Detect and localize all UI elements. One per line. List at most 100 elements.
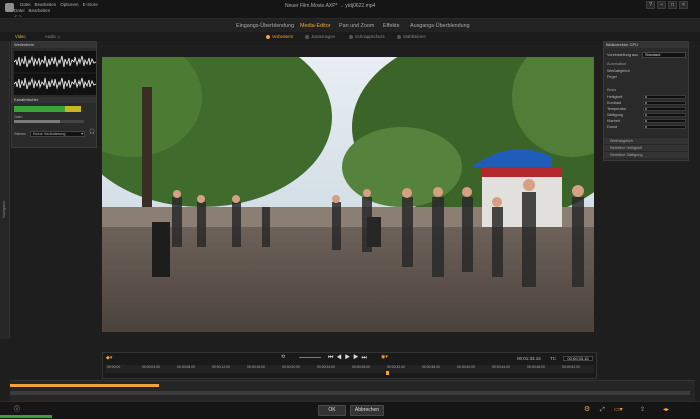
close-button[interactable]: × — [679, 1, 688, 9]
automation-heading: Automation — [607, 62, 627, 66]
minimize-button[interactable]: – — [657, 1, 666, 9]
accordion-white-balance[interactable]: Weißabgleich — [604, 137, 688, 144]
menu-item-edit[interactable]: Bearbeiten — [35, 2, 57, 7]
audio-tab-label: Audio — [45, 34, 56, 39]
color-correction-header: Bildkorrektur CPU — [604, 42, 688, 48]
ruler-label-12: 00:00:48.00 — [527, 365, 545, 369]
level-label: Pegel — [607, 75, 617, 79]
accordion-selective-saturation[interactable]: Selektive Sättigung — [604, 151, 688, 158]
maximize-button[interactable]: □ — [668, 1, 677, 9]
tab-media-editor[interactable]: Media-Editor — [300, 23, 331, 29]
marker-icon[interactable]: ◆▾ — [106, 356, 112, 361]
ruler-label-10: 00:00:40.00 — [457, 365, 475, 369]
stereo-label: Stereo — [14, 131, 26, 136]
headphones-icon[interactable]: 🎧 — [89, 130, 95, 135]
title-bar: Datei Bearbeiten Optionen E-Store Datei … — [0, 0, 700, 19]
temperature-label: Temperatur — [607, 107, 627, 111]
accordion-selective-brightness[interactable]: Selektive Helligkeit — [604, 144, 688, 151]
ruler-label-6: 00:00:24.00 — [317, 365, 335, 369]
subtab-stabilize[interactable]: Stabilisieren — [397, 34, 426, 39]
playhead[interactable] — [386, 371, 389, 375]
step-back-icon[interactable]: ◀ — [336, 355, 344, 361]
waveform-header: Wellenform — [12, 42, 96, 48]
temperature-slider[interactable] — [643, 107, 686, 111]
menu-item-options[interactable]: Optionen — [60, 2, 78, 7]
color-correction-title: Bildkorrektur CPU — [606, 42, 639, 47]
subtab-adjustments[interactable]: Justierungen — [305, 34, 335, 39]
clarity-slider[interactable] — [643, 119, 686, 123]
contrast-slider[interactable] — [643, 101, 686, 105]
tab-audio[interactable]: Audio ♫ — [45, 34, 60, 39]
menu-item-file[interactable]: Datei — [20, 2, 31, 7]
tab-effects[interactable]: Effekte — [383, 23, 400, 29]
camera-icon — [349, 34, 353, 39]
menu-item-estore[interactable]: E-Store — [83, 2, 98, 7]
cancel-button[interactable]: Abbrechen — [350, 405, 384, 416]
info-icon[interactable]: ⓘ — [14, 407, 20, 413]
settings-gear-icon[interactable]: ⚙ — [584, 406, 590, 413]
preset-label: Voreinstellung aus — [607, 53, 639, 57]
ruler-label-3: 00:00:12.00 — [212, 365, 230, 369]
preset-dropdown[interactable]: Standard — [642, 52, 686, 58]
contrast-label: Kontrast — [607, 101, 622, 105]
help-button[interactable]: ? — [646, 1, 655, 9]
volume-slider[interactable] — [299, 357, 321, 358]
tab-transition-out[interactable]: Ausgangs-Überblendung — [410, 23, 470, 29]
subtab-enhance[interactable]: Verbessern — [266, 34, 293, 39]
saturation-slider[interactable] — [643, 113, 686, 117]
ruler-label-11: 00:00:44.00 — [492, 365, 510, 369]
channel-mixer-title: Kanalmischer — [14, 97, 39, 102]
basics-heading: Basis — [607, 88, 617, 92]
tab-video[interactable]: Video — [15, 34, 26, 39]
audio-output-icon[interactable]: ◂▸ — [663, 407, 669, 413]
menu-bar-top: Datei Bearbeiten Optionen E-Store — [20, 2, 98, 7]
brightness-label: Helligkeit — [607, 95, 623, 99]
ruler-label-4: 00:00:16.00 — [247, 365, 265, 369]
accordion-white-balance-label: Weißabgleich — [610, 139, 633, 143]
enhance-icon — [266, 34, 270, 39]
tab-transition-in[interactable]: Eingangs-Überblendung — [236, 23, 294, 29]
sub-toolbar: Video Audio ♫ Verbessern Justierungen Sc… — [0, 32, 700, 41]
ruler-label-9: 00:00:36.00 — [422, 365, 440, 369]
chevron-down-icon: ▾ — [81, 132, 83, 136]
navigator-strip[interactable]: Navigator — [0, 41, 10, 339]
ok-button[interactable]: OK — [318, 405, 346, 416]
video-preview[interactable] — [102, 57, 594, 332]
playback-controls[interactable]: ⏮◀▶▶⏭ — [328, 355, 370, 361]
accordion-selective-brightness-label: Selektive Helligkeit — [610, 146, 642, 150]
color-correction-panel: Bildkorrektur CPU Voreinstellung aus Sta… — [603, 41, 689, 161]
loop-icon[interactable]: ⟲ — [281, 355, 285, 360]
timeline-ruler[interactable]: 00:00:00 00:00:04.00 00:00:08.00 00:00:1… — [105, 365, 594, 373]
timeline-progress — [10, 384, 159, 387]
tab-pan-zoom[interactable]: Pan und Zoom — [339, 23, 374, 29]
subtab-snapshot-label: Schnappschuss — [355, 34, 385, 39]
video-tab-label: Video — [15, 34, 26, 39]
status-progress-bar — [0, 415, 52, 418]
record-icon[interactable]: ◉▾ — [381, 355, 388, 360]
ruler-label-8: 00:00:32.00 — [387, 365, 405, 369]
timecode-prefix: TC — [550, 356, 556, 361]
timecode-duration: 00:01:33.16 — [517, 356, 541, 361]
haze-slider[interactable] — [643, 125, 686, 129]
navigator-label: Navigator — [1, 201, 6, 219]
timecode-input[interactable]: 00:00:33.16 — [563, 356, 593, 361]
transport-bar: ◆▾ ⟲ ⏮◀▶▶⏭ ◉▾ 00:01:33.16 TC 00:00:33.16… — [102, 352, 597, 379]
play-icon[interactable]: ▶ — [345, 355, 353, 361]
stereo-dropdown[interactable]: Keine Veränderung ▾ — [30, 131, 85, 137]
waveform-title: Wellenform — [14, 42, 35, 47]
monitor-icon[interactable]: ▭▾ — [614, 407, 623, 413]
waveform-graphic — [13, 55, 97, 90]
menu-item-edit-2[interactable]: Bearbeiten — [29, 8, 51, 13]
ruler-label-13: 00:00:52.00 — [562, 365, 580, 369]
export-icon[interactable]: ⇪ — [640, 407, 645, 413]
ruler-label-2: 00:00:08.00 — [177, 365, 195, 369]
audio-panel: Wellenform Kanalmischer Gain Stereo Kein… — [11, 41, 97, 148]
fullscreen-icon[interactable]: ⤢ — [600, 407, 605, 413]
brightness-slider[interactable] — [643, 95, 686, 99]
skip-forward-icon[interactable]: ⏭ — [361, 355, 369, 361]
timeline-track[interactable] — [10, 391, 690, 395]
subtab-snapshot[interactable]: Schnappschuss — [349, 34, 385, 39]
menu-item-file-2[interactable]: Datei — [14, 8, 25, 13]
channel-mixer-header: Kanalmischer — [12, 97, 96, 103]
menu-bar-bottom: Datei Bearbeiten — [14, 8, 50, 13]
